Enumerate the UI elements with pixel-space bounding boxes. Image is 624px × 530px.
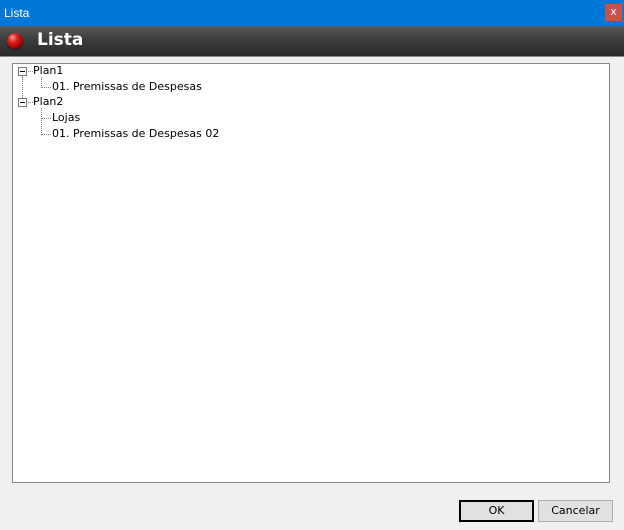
close-icon: x — [610, 5, 617, 18]
tree-view[interactable]: Plan1 01. Premissas de Despesas Plan2 Lo… — [12, 63, 610, 483]
tree-node-label: Lojas — [52, 111, 81, 124]
tree-connector-child1-h — [41, 87, 51, 88]
cancel-button[interactable]: Cancelar — [538, 500, 613, 522]
window-title: Lista — [4, 6, 30, 20]
tree-connector-plan2-children — [41, 108, 42, 135]
tree-node-premissas[interactable]: 01. Premissas de Despesas — [52, 79, 202, 95]
tree-node-label: 01. Premissas de Despesas — [52, 80, 202, 93]
tree-node-label: Plan1 — [33, 64, 64, 77]
red-ball-icon — [7, 33, 23, 49]
tree-node-label: Plan2 — [33, 95, 64, 108]
collapse-plan2-icon[interactable] — [18, 98, 27, 107]
tree-connector-child2-h — [41, 118, 51, 119]
tree-node-plan1[interactable]: Plan1 — [33, 63, 63, 79]
close-button[interactable]: x — [605, 4, 622, 21]
tree-connector-child3-h — [41, 134, 51, 135]
dialog-window: Lista x Lista Plan1 01. Premissas de Des… — [0, 0, 624, 530]
tree-node-premissas-02[interactable]: 01. Premissas de Despesas 02 — [52, 126, 219, 142]
tree-node-label: 01. Premissas de Despesas 02 — [52, 127, 220, 140]
header-title: Lista — [37, 30, 84, 50]
title-bar[interactable]: Lista x — [0, 0, 624, 26]
ok-button[interactable]: OK — [459, 500, 534, 522]
tree-node-plan2[interactable]: Plan2 — [33, 94, 63, 110]
dialog-header: Lista — [0, 26, 624, 57]
collapse-plan1-icon[interactable] — [18, 67, 27, 76]
tree-node-lojas[interactable]: Lojas — [52, 110, 80, 126]
